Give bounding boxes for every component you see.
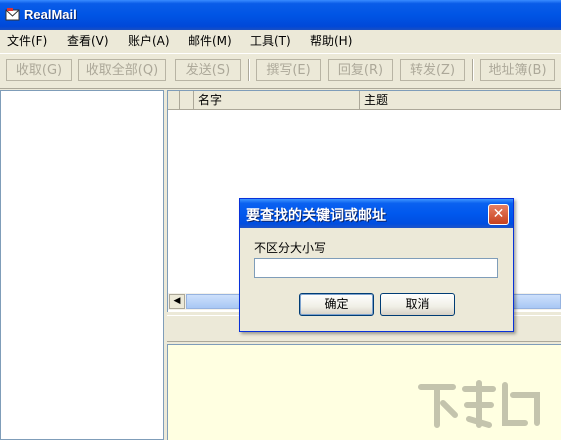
mail-app-icon — [5, 8, 20, 21]
compose-button[interactable]: 撰写(E) — [256, 59, 321, 81]
folder-pane[interactable] — [0, 90, 164, 440]
column-header-attachment[interactable] — [180, 91, 194, 110]
scroll-left-icon[interactable]: ◀ — [169, 294, 185, 309]
menu-account[interactable]: 账户(A) — [128, 32, 170, 49]
address-book-button[interactable]: 地址簿(B) — [480, 59, 555, 81]
menu-tools[interactable]: 工具(T) — [250, 32, 291, 49]
case-insensitive-label: 不区分大小写 — [254, 241, 327, 255]
toolbar-separator — [248, 59, 250, 81]
watermark-logo-icon — [418, 380, 540, 428]
keyword-input[interactable] — [254, 258, 498, 278]
window-title-bar[interactable]: RealMail — [0, 0, 561, 30]
cancel-button[interactable]: 取消 — [380, 293, 455, 316]
menu-bar: 文件(F) 查看(V) 账户(A) 邮件(M) 工具(T) 帮助(H) — [0, 30, 561, 51]
column-header-name[interactable]: 名字 — [194, 91, 360, 110]
find-dialog: 要查找的关键词或邮址 ✕ 不区分大小写 确定 取消 — [239, 198, 514, 332]
column-header-subject[interactable]: 主题 — [360, 91, 561, 110]
toolbar-separator — [472, 59, 474, 81]
forward-button[interactable]: 转发(Z) — [400, 59, 465, 81]
preview-pane[interactable] — [167, 344, 561, 440]
menu-view[interactable]: 查看(V) — [67, 32, 109, 49]
toolbar: 收取(G) 收取全部(Q) 发送(S) 撰写(E) 回复(R) 转发(Z) 地址… — [0, 53, 561, 89]
menu-help[interactable]: 帮助(H) — [310, 32, 352, 49]
window-title: RealMail — [24, 7, 77, 22]
column-header-flag[interactable] — [168, 91, 180, 110]
ok-button[interactable]: 确定 — [299, 293, 374, 316]
close-icon[interactable]: ✕ — [488, 204, 509, 225]
menu-file[interactable]: 文件(F) — [7, 32, 47, 49]
menu-mail[interactable]: 邮件(M) — [188, 32, 232, 49]
send-button[interactable]: 发送(S) — [175, 59, 241, 81]
dialog-title: 要查找的关键词或邮址 — [246, 208, 386, 224]
receive-button[interactable]: 收取(G) — [6, 59, 72, 81]
receive-all-button[interactable]: 收取全部(Q) — [78, 59, 166, 81]
reply-button[interactable]: 回复(R) — [328, 59, 393, 81]
dialog-title-bar[interactable]: 要查找的关键词或邮址 ✕ — [240, 199, 513, 228]
